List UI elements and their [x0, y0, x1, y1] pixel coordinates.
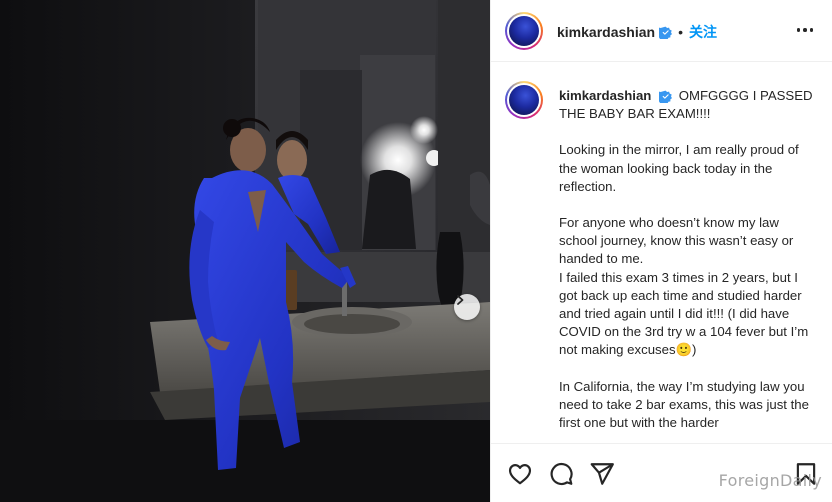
- separator-dot: •: [678, 24, 683, 40]
- post-actions-bar: [491, 443, 832, 502]
- post-header: kimkardashian • 关注: [491, 0, 832, 62]
- heart-icon[interactable]: [507, 461, 533, 487]
- comment-icon[interactable]: [548, 461, 574, 487]
- caption-username[interactable]: kimkardashian: [559, 88, 651, 103]
- caption-author-avatar[interactable]: [505, 81, 543, 119]
- mirror-selfie-image: [0, 0, 490, 502]
- more-options-icon[interactable]: [795, 20, 815, 40]
- caption-text: kimkardashian OMFGGGG I PASSED THE BABY …: [559, 87, 819, 432]
- author-avatar[interactable]: [505, 12, 543, 50]
- caption-paragraph: For anyone who doesn’t know my law schoo…: [559, 215, 809, 358]
- post-details-panel: kimkardashian • 关注 kimkardashian OMFGGGG…: [490, 0, 832, 502]
- author-username[interactable]: kimkardashian: [557, 24, 655, 40]
- verified-badge-icon: [659, 26, 673, 39]
- caption-paragraph: In California, the way I’m studying law …: [559, 378, 809, 431]
- verified-badge-icon: [659, 90, 673, 104]
- follow-button[interactable]: 关注: [689, 22, 717, 42]
- caption-paragraph: Looking in the mirror, I am really proud…: [559, 142, 799, 194]
- bookmark-icon[interactable]: [793, 461, 819, 487]
- carousel-next-button[interactable]: [454, 294, 480, 320]
- caption-area: kimkardashian OMFGGGG I PASSED THE BABY …: [491, 63, 832, 443]
- post-photo[interactable]: [0, 0, 490, 502]
- chevron-right-icon: [457, 295, 464, 305]
- paper-plane-icon[interactable]: [589, 461, 615, 487]
